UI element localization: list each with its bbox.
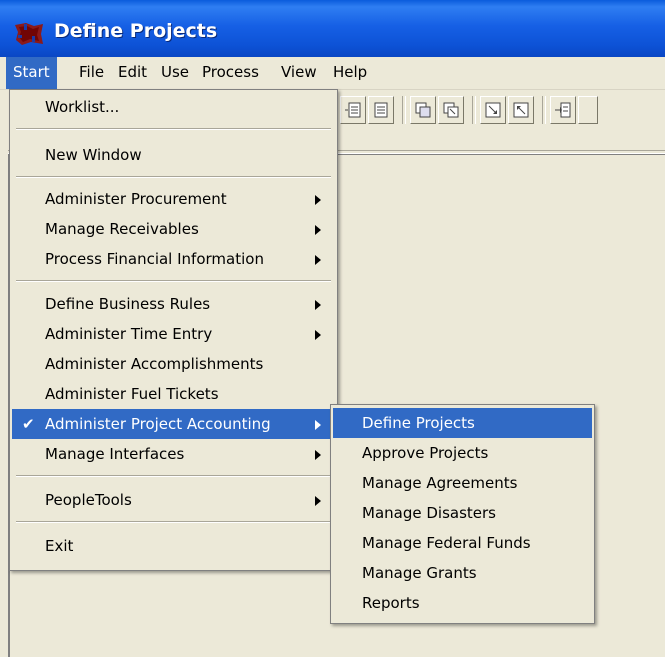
submenu-item-manage-agreements[interactable]: Manage Agreements [333, 468, 592, 498]
toolbar-separator [472, 96, 476, 124]
menu-view[interactable]: View [274, 57, 324, 89]
window-title: Define Projects [54, 20, 218, 42]
submenu-arrow-icon [315, 255, 321, 265]
submenu-item-manage-federal-funds[interactable]: Manage Federal Funds [333, 528, 592, 558]
insert-row-button-2[interactable] [578, 96, 598, 124]
menu-item-label: Process Financial Information [45, 250, 264, 268]
menu-start[interactable]: Start [6, 57, 57, 89]
copy-all-icon [443, 102, 459, 118]
record-button[interactable] [368, 96, 394, 124]
submenu-arrow-icon [315, 300, 321, 310]
menu-item-administer-procurement[interactable]: Administer Procurement [12, 184, 335, 214]
insert-row-button[interactable] [550, 96, 576, 124]
menu-item-worklist[interactable]: Worklist... [12, 92, 335, 122]
menu-process[interactable]: Process [195, 57, 266, 89]
next-button[interactable] [480, 96, 506, 124]
menubar: Start File Edit Use Process View Help [0, 57, 665, 90]
menu-separator [16, 128, 331, 130]
toolbar-separator [542, 96, 546, 124]
menu-item-manage-receivables[interactable]: Manage Receivables [12, 214, 335, 244]
menu-item-label: New Window [45, 146, 142, 164]
menu-separator [16, 176, 331, 178]
menu-item-new-window[interactable]: New Window [12, 140, 335, 170]
menu-edit[interactable]: Edit [111, 57, 154, 89]
menu-item-label: Manage Interfaces [45, 445, 185, 463]
record-icon [374, 102, 388, 118]
submenu-item-reports[interactable]: Reports [333, 588, 592, 618]
insert-row-icon [555, 102, 571, 118]
project-accounting-submenu: Define Projects Approve Projects Manage … [330, 404, 595, 624]
submenu-item-approve-projects[interactable]: Approve Projects [333, 438, 592, 468]
menu-item-label: Administer Procurement [45, 190, 227, 208]
menu-item-label: Worklist... [45, 98, 120, 116]
record-list-button[interactable] [340, 96, 366, 124]
menu-item-administer-fuel-tickets[interactable]: Administer Fuel Tickets [12, 379, 335, 409]
menu-item-manage-interfaces[interactable]: Manage Interfaces [12, 439, 335, 469]
submenu-arrow-icon [315, 496, 321, 506]
record-list-icon [345, 102, 361, 118]
menu-item-administer-accomplishments[interactable]: Administer Accomplishments [12, 349, 335, 379]
submenu-arrow-icon [315, 195, 321, 205]
copy-all-button[interactable] [438, 96, 464, 124]
menu-item-label: Administer Time Entry [45, 325, 213, 343]
menu-item-label: Administer Accomplishments [45, 355, 264, 373]
toolbar-separator [402, 96, 406, 124]
menu-separator [16, 280, 331, 282]
menu-item-exit[interactable]: Exit [12, 531, 335, 561]
menu-item-process-financial-information[interactable]: Process Financial Information [12, 244, 335, 274]
start-menu: Worklist... New Window Administer Procur… [9, 89, 338, 571]
menu-item-label: PeopleTools [45, 491, 132, 509]
menu-item-administer-time-entry[interactable]: Administer Time Entry [12, 319, 335, 349]
submenu-arrow-icon [315, 450, 321, 460]
menu-separator [16, 475, 331, 477]
menu-item-peopletools[interactable]: PeopleTools [12, 485, 335, 515]
submenu-arrow-icon [315, 330, 321, 340]
menu-item-label: Administer Project Accounting [45, 415, 271, 433]
previous-icon [513, 102, 529, 118]
checkmark-icon: ✔ [22, 415, 35, 433]
copy-icon [415, 102, 431, 118]
submenu-item-manage-disasters[interactable]: Manage Disasters [333, 498, 592, 528]
copy-button[interactable] [410, 96, 436, 124]
menu-item-label: Define Business Rules [45, 295, 211, 313]
previous-button[interactable] [508, 96, 534, 124]
menu-item-label: Exit [45, 537, 74, 555]
menu-separator [16, 521, 331, 523]
menu-item-administer-project-accounting[interactable]: ✔ Administer Project Accounting [12, 409, 335, 439]
menu-help[interactable]: Help [326, 57, 374, 89]
submenu-item-manage-grants[interactable]: Manage Grants [333, 558, 592, 588]
submenu-item-define-projects[interactable]: Define Projects [333, 408, 592, 438]
menu-file[interactable]: File [72, 57, 111, 89]
app-logo-icon [15, 23, 43, 45]
next-icon [485, 102, 501, 118]
window-titlebar[interactable]: Define Projects [0, 0, 665, 57]
menu-item-define-business-rules[interactable]: Define Business Rules [12, 289, 335, 319]
menu-item-label: Manage Receivables [45, 220, 199, 238]
menu-use[interactable]: Use [154, 57, 196, 89]
submenu-arrow-icon [315, 225, 321, 235]
submenu-arrow-icon [315, 420, 321, 430]
menu-item-label: Administer Fuel Tickets [45, 385, 219, 403]
